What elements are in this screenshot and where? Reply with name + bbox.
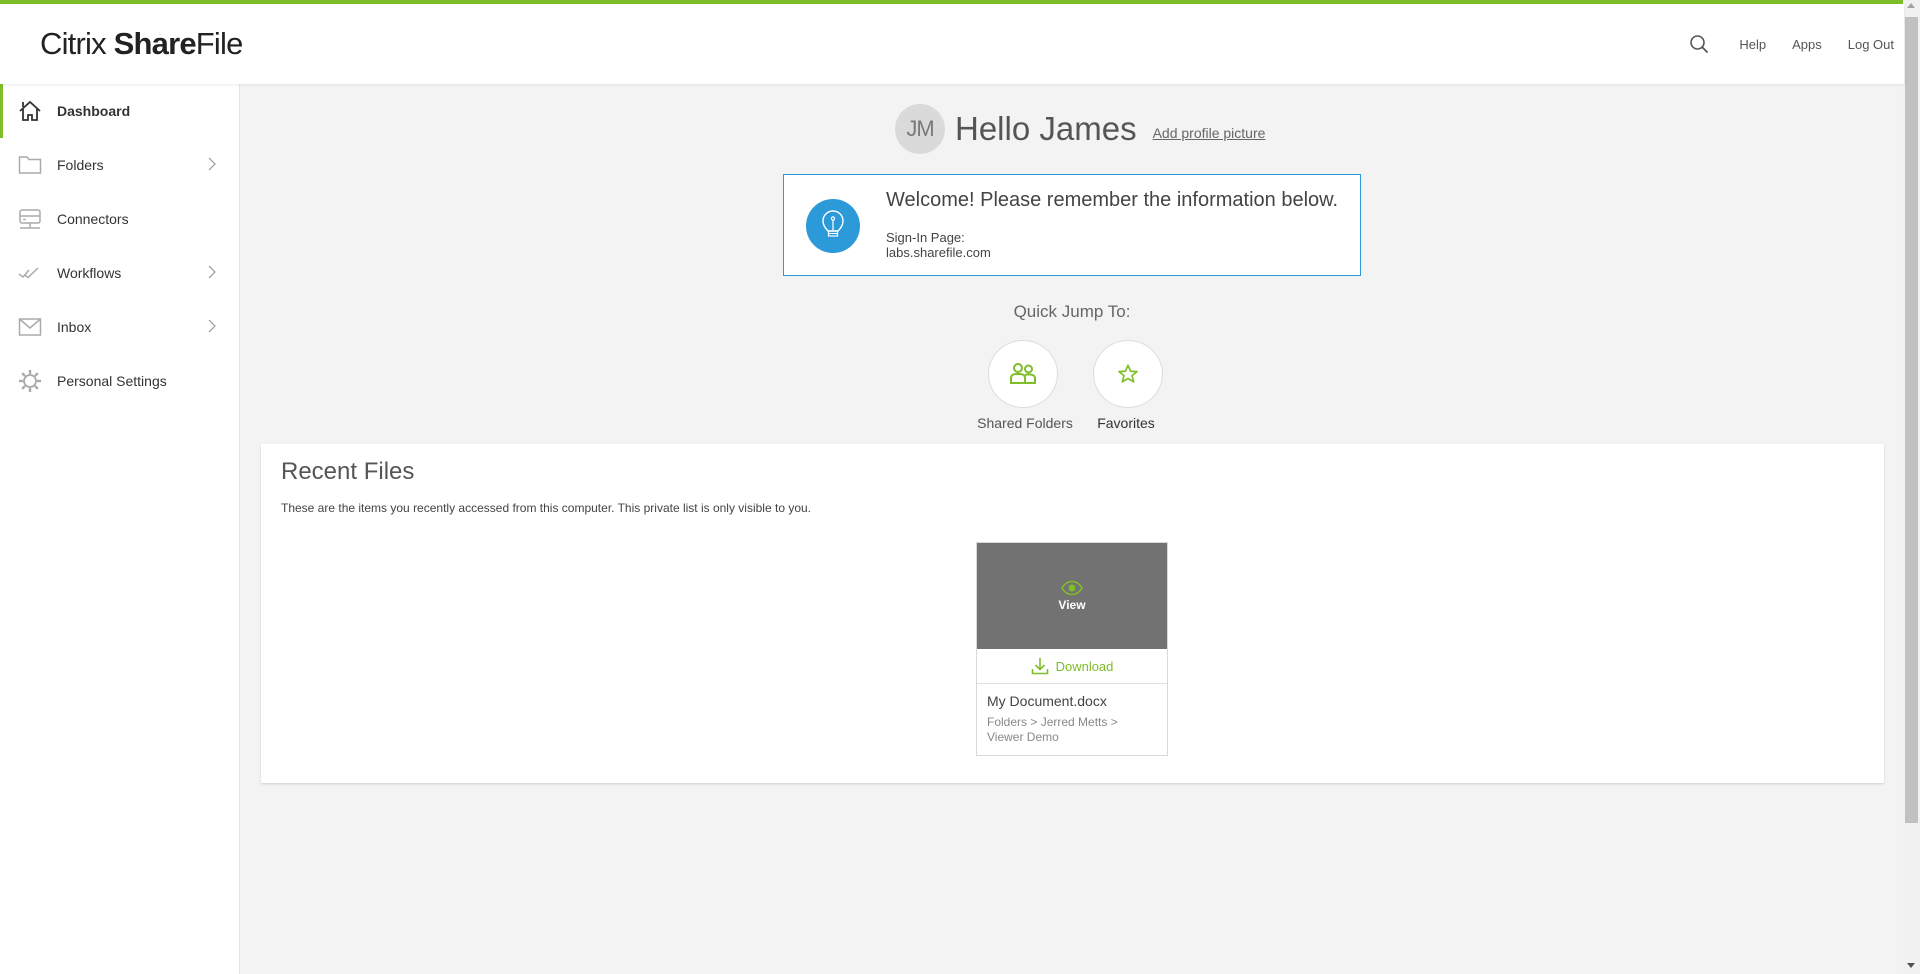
sidebar-item-label: Dashboard — [57, 103, 131, 119]
sidebar-item-personal-settings[interactable]: Personal Settings — [0, 354, 239, 408]
file-path: Folders > Jerred Metts > Viewer Demo — [987, 715, 1157, 745]
favorites-button[interactable] — [1093, 340, 1163, 408]
signin-page-label: Sign-In Page: — [886, 230, 965, 245]
favorites-label[interactable]: Favorites — [1056, 415, 1196, 431]
sidebar-item-label: Folders — [57, 157, 104, 173]
greeting-text: Hello James — [955, 110, 1137, 147]
citrix-sharefile-logo[interactable]: Citrix ShareFile — [40, 26, 243, 62]
file-path-line: Folders > Jerred Metts > — [987, 715, 1118, 729]
file-card: View Download My Document.docx Folders >… — [976, 542, 1168, 756]
file-name[interactable]: My Document.docx — [987, 693, 1157, 709]
sidebar-item-label: Personal Settings — [57, 373, 167, 389]
shared-folders-button[interactable] — [988, 340, 1058, 408]
view-file-button[interactable]: View — [977, 543, 1167, 649]
chevron-right-icon[interactable] — [207, 265, 217, 279]
chevron-right-icon[interactable] — [207, 157, 217, 171]
file-info: My Document.docx Folders > Jerred Metts … — [977, 684, 1167, 754]
recent-files-description: These are the items you recently accesse… — [281, 501, 812, 515]
gear-icon — [18, 369, 42, 393]
greeting: JM Hello James Add profile picture — [895, 104, 1265, 154]
sidebar-item-label: Connectors — [57, 211, 129, 227]
scroll-down-arrow-icon[interactable] — [1907, 963, 1915, 968]
download-button[interactable]: Download — [977, 649, 1167, 684]
lightbulb-icon — [806, 199, 860, 253]
sidebar-item-label: Workflows — [57, 265, 122, 281]
quick-jump-title: Quick Jump To: — [1013, 302, 1131, 321]
eye-icon — [1061, 580, 1083, 596]
avatar[interactable]: JM — [895, 104, 945, 154]
recent-files-title: Recent Files — [281, 458, 415, 485]
home-icon — [18, 99, 42, 123]
log-out-link[interactable]: Log Out — [1848, 37, 1894, 52]
search-icon[interactable] — [1689, 34, 1709, 54]
sidebar-item-folders[interactable]: Folders — [0, 138, 239, 192]
welcome-title: Welcome! Please remember the information… — [886, 189, 1339, 211]
recent-files-section: Recent Files These are the items you rec… — [261, 444, 1884, 783]
download-icon — [1031, 658, 1048, 675]
sidebar-item-workflows[interactable]: Workflows — [0, 246, 239, 300]
add-profile-picture-link[interactable]: Add profile picture — [1153, 117, 1266, 141]
workflows-icon — [18, 261, 42, 285]
connectors-icon — [18, 207, 42, 231]
header: Citrix ShareFile Help Apps Log Out — [0, 4, 1904, 84]
sidebar-item-connectors[interactable]: Connectors — [0, 192, 239, 246]
help-link[interactable]: Help — [1739, 37, 1766, 52]
shared-folders-icon — [1010, 363, 1036, 384]
view-label: View — [1058, 598, 1086, 612]
scrollbar-thumb[interactable] — [1905, 17, 1918, 823]
signin-page-value: labs.sharefile.com — [886, 245, 991, 260]
download-label: Download — [1055, 658, 1114, 674]
apps-link[interactable]: Apps — [1792, 37, 1822, 52]
header-nav: Help Apps Log Out — [1689, 4, 1904, 84]
vertical-scrollbar[interactable] — [1903, 0, 1920, 974]
folder-icon — [18, 153, 42, 177]
scroll-up-arrow-icon[interactable] — [1907, 3, 1915, 8]
sidebar-item-dashboard[interactable]: Dashboard — [0, 84, 239, 138]
sidebar: Dashboard Folders Connectors Workflows I… — [0, 84, 240, 974]
star-icon — [1118, 364, 1138, 383]
welcome-info-box: Welcome! Please remember the information… — [783, 174, 1361, 276]
file-path-line: Viewer Demo — [987, 730, 1059, 744]
